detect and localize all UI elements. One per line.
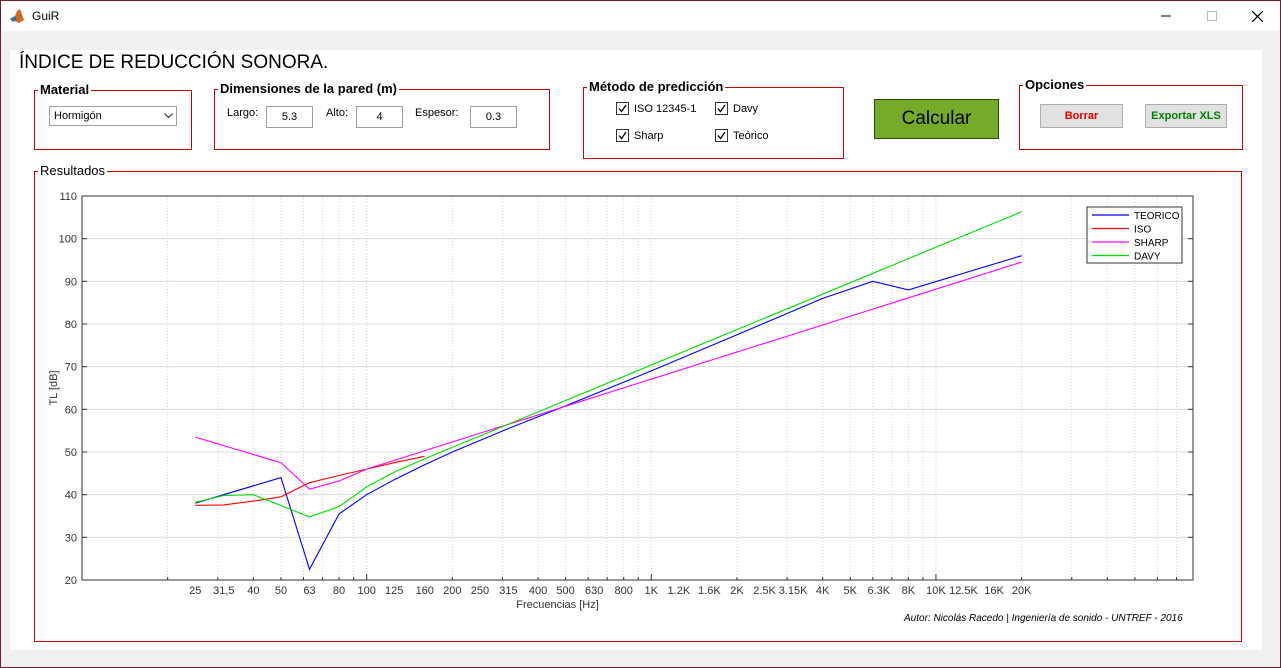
material-group-title: Material — [38, 82, 92, 97]
page-title: ÍNDICE DE REDUCCIÓN SONORA. — [19, 52, 329, 73]
teorico-checkbox[interactable]: Teórico — [715, 129, 768, 142]
material-group: Material Hormigón — [34, 82, 192, 150]
material-selected-value: Hormigón — [54, 110, 102, 122]
matlab-app-icon — [9, 8, 25, 24]
largo-input[interactable]: 5.3 — [266, 106, 313, 128]
maximize-icon — [1207, 11, 1217, 21]
chevron-down-icon[interactable] — [160, 107, 176, 125]
maximize-button[interactable] — [1189, 1, 1235, 31]
options-group: Opciones Borrar Exportar XLS — [1019, 77, 1243, 150]
sharp-checkbox-label: Sharp — [634, 129, 664, 142]
close-button[interactable] — [1234, 1, 1280, 31]
dimensions-group-title: Dimensiones de la pared (m) — [218, 81, 399, 96]
sharp-checkbox[interactable]: Sharp — [616, 129, 663, 142]
exportar-xls-button[interactable]: Exportar XLS — [1145, 104, 1227, 128]
checkmark-icon — [715, 102, 728, 115]
borrar-button[interactable]: Borrar — [1040, 104, 1123, 128]
minimize-button[interactable] — [1143, 1, 1189, 31]
close-icon — [1251, 10, 1263, 22]
author-credit: Autor: Nicolás Racedo | Ingeniería de so… — [904, 613, 1183, 624]
davy-checkbox[interactable]: Davy — [715, 102, 758, 115]
iso-checkbox-label: ISO 12345-1 — [634, 102, 697, 115]
checkmark-icon — [616, 102, 629, 115]
teorico-checkbox-label: Teórico — [733, 129, 769, 142]
method-group-title: Método de predicción — [587, 79, 726, 94]
espesor-input[interactable]: 0.3 — [470, 106, 517, 128]
method-group: Método de predicción ISO 12345-1 Davy Sh… — [583, 79, 844, 159]
alto-label: Alto: — [326, 107, 349, 119]
checkmark-icon — [616, 129, 629, 142]
checkmark-icon — [715, 129, 728, 142]
largo-label: Largo: — [227, 107, 259, 119]
results-group: Resultados — [34, 163, 1242, 642]
dimensions-group: Dimensiones de la pared (m) Largo: 5.3 A… — [214, 81, 550, 150]
window-title: GuiR — [32, 9, 60, 23]
results-group-title: Resultados — [38, 163, 108, 178]
material-select[interactable]: Hormigón — [49, 106, 177, 126]
minimize-icon — [1161, 15, 1171, 17]
calcular-button[interactable]: Calcular — [874, 99, 999, 139]
iso-checkbox[interactable]: ISO 12345-1 — [616, 102, 696, 115]
alto-input[interactable]: 4 — [356, 106, 403, 128]
espesor-label: Espesor: — [415, 107, 459, 119]
davy-checkbox-label: Davy — [733, 102, 759, 115]
options-group-title: Opciones — [1023, 77, 1087, 92]
title-bar[interactable]: GuiR — [1, 1, 1280, 31]
